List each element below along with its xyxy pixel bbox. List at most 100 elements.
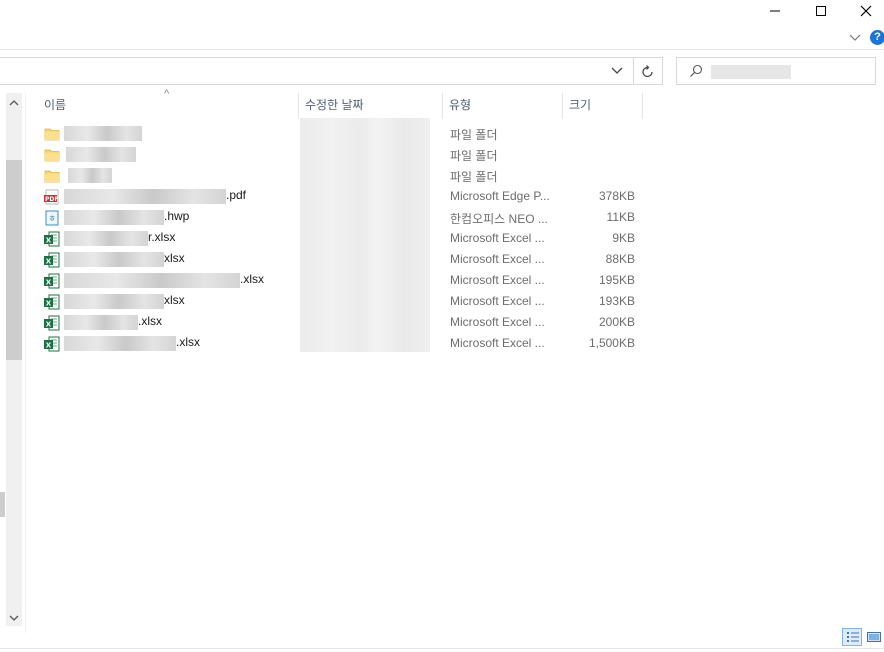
file-row[interactable]: 파일 폴더 [44, 144, 644, 165]
file-size: 200KB [598, 315, 635, 329]
file-extension: .xlsx [138, 314, 162, 328]
scroll-up-button[interactable] [8, 97, 20, 107]
nav-pane-scroll-thumb[interactable] [0, 492, 5, 517]
address-dropdown-button[interactable] [610, 65, 624, 77]
file-row[interactable]: Xr.xlsx Microsoft Excel ... 9KB [44, 228, 644, 249]
file-name-redacted [68, 168, 112, 183]
column-divider[interactable] [562, 93, 563, 119]
ribbon-expand-button[interactable] [848, 32, 862, 44]
help-icon: ? [874, 31, 881, 43]
large-icons-view-icon [867, 632, 881, 642]
maximize-button[interactable] [798, 0, 844, 22]
scrollbar-thumb[interactable] [6, 160, 22, 360]
file-type: 파일 폴더 [450, 128, 498, 142]
maximize-icon [816, 6, 826, 16]
file-type: Microsoft Excel ... [450, 252, 545, 266]
file-name-redacted [64, 189, 226, 204]
file-extension: .xlsx [240, 272, 264, 286]
excel-icon: X [44, 336, 60, 352]
column-divider[interactable] [298, 93, 299, 119]
svg-text:X: X [46, 300, 52, 308]
file-size: 195KB [598, 273, 635, 287]
chevron-down-icon [9, 615, 19, 621]
file-row[interactable]: PDF .pdf Microsoft Edge P... 378KB [44, 186, 644, 207]
file-extension: .xlsx [176, 335, 200, 349]
chevron-down-icon [611, 67, 623, 74]
address-divider [633, 58, 634, 84]
file-size: 88KB [605, 252, 635, 266]
minimize-button[interactable] [752, 0, 798, 22]
hwp-icon: ㅎ [44, 210, 60, 226]
search-input[interactable] [711, 65, 791, 79]
column-header-date[interactable]: 수정한 날짜 [305, 93, 364, 117]
file-row[interactable]: Xxlsx Microsoft Excel ... 193KB [44, 291, 644, 312]
file-name-redacted [64, 126, 142, 141]
close-icon [860, 5, 872, 17]
file-row[interactable]: 파일 폴더 [44, 165, 644, 186]
scroll-down-button[interactable] [8, 612, 20, 622]
file-size: 193KB [598, 294, 635, 308]
file-name-redacted [64, 336, 176, 351]
file-extension: .hwp [164, 209, 190, 223]
file-row[interactable]: X .xlsx Microsoft Excel ... 1,500KB [44, 333, 644, 354]
file-extension: .pdf [226, 188, 247, 202]
svg-text:ㅎ: ㅎ [49, 214, 56, 223]
column-header-size[interactable]: 크기 [569, 93, 591, 117]
file-size: 9KB [612, 231, 635, 245]
excel-icon: X [44, 273, 60, 289]
folder-icon [44, 126, 60, 142]
column-divider[interactable] [642, 93, 643, 119]
file-name-redacted [64, 210, 164, 225]
ribbon-divider [0, 49, 884, 50]
search-box[interactable] [676, 57, 876, 85]
status-bar-divider [0, 648, 884, 649]
file-name-redacted [64, 294, 164, 309]
file-type: Microsoft Excel ... [450, 294, 545, 308]
file-extension: r.xlsx [148, 230, 176, 244]
large-icons-view-button[interactable] [866, 629, 882, 645]
pane-divider [25, 93, 26, 633]
file-row[interactable]: X .xlsx Microsoft Excel ... 200KB [44, 312, 644, 333]
file-type: Microsoft Edge P... [450, 189, 550, 203]
file-extension: xlsx [164, 293, 185, 307]
help-button[interactable]: ? [870, 30, 884, 45]
file-name-redacted [64, 252, 164, 267]
address-bar[interactable] [0, 57, 663, 85]
svg-text:X: X [46, 279, 52, 287]
file-row[interactable]: X .xlsx Microsoft Excel ... 195KB [44, 270, 644, 291]
svg-text:X: X [46, 258, 52, 266]
excel-icon: X [44, 294, 60, 310]
excel-icon: X [44, 315, 60, 331]
file-size: 1,500KB [588, 336, 635, 350]
file-type: Microsoft Excel ... [450, 336, 545, 350]
svg-text:PDF: PDF [45, 196, 58, 203]
file-type: 한컴오피스 NEO ... [450, 212, 548, 226]
refresh-button[interactable] [640, 64, 656, 80]
file-row[interactable]: Xxlsx Microsoft Excel ... 88KB [44, 249, 644, 270]
file-name-redacted [66, 147, 136, 162]
file-type: 파일 폴더 [450, 149, 498, 163]
sort-ascending-indicator: ^ [164, 88, 170, 100]
file-extension: xlsx [164, 251, 185, 265]
file-type: Microsoft Excel ... [450, 315, 545, 329]
file-name-redacted [64, 273, 240, 288]
file-row[interactable]: ㅎ .hwp 한컴오피스 NEO ... 11KB [44, 207, 644, 228]
details-view-icon [847, 632, 859, 642]
file-name-redacted [64, 315, 138, 330]
file-type: Microsoft Excel ... [450, 273, 545, 287]
folder-icon [44, 168, 60, 184]
folder-icon [44, 147, 60, 163]
column-header-type[interactable]: 유형 [449, 93, 471, 117]
search-icon [689, 64, 703, 78]
details-view-button[interactable] [842, 628, 862, 646]
column-header-name[interactable]: 이름 [44, 93, 66, 117]
column-divider[interactable] [442, 93, 443, 119]
file-size: 11KB [606, 210, 635, 224]
chevron-down-icon [849, 34, 861, 41]
svg-text:X: X [46, 342, 52, 350]
file-type: 파일 폴더 [450, 170, 498, 184]
file-type: Microsoft Excel ... [450, 231, 545, 245]
svg-text:X: X [46, 321, 52, 329]
close-button[interactable] [843, 0, 884, 22]
file-row[interactable]: 파일 폴더 [44, 123, 644, 144]
